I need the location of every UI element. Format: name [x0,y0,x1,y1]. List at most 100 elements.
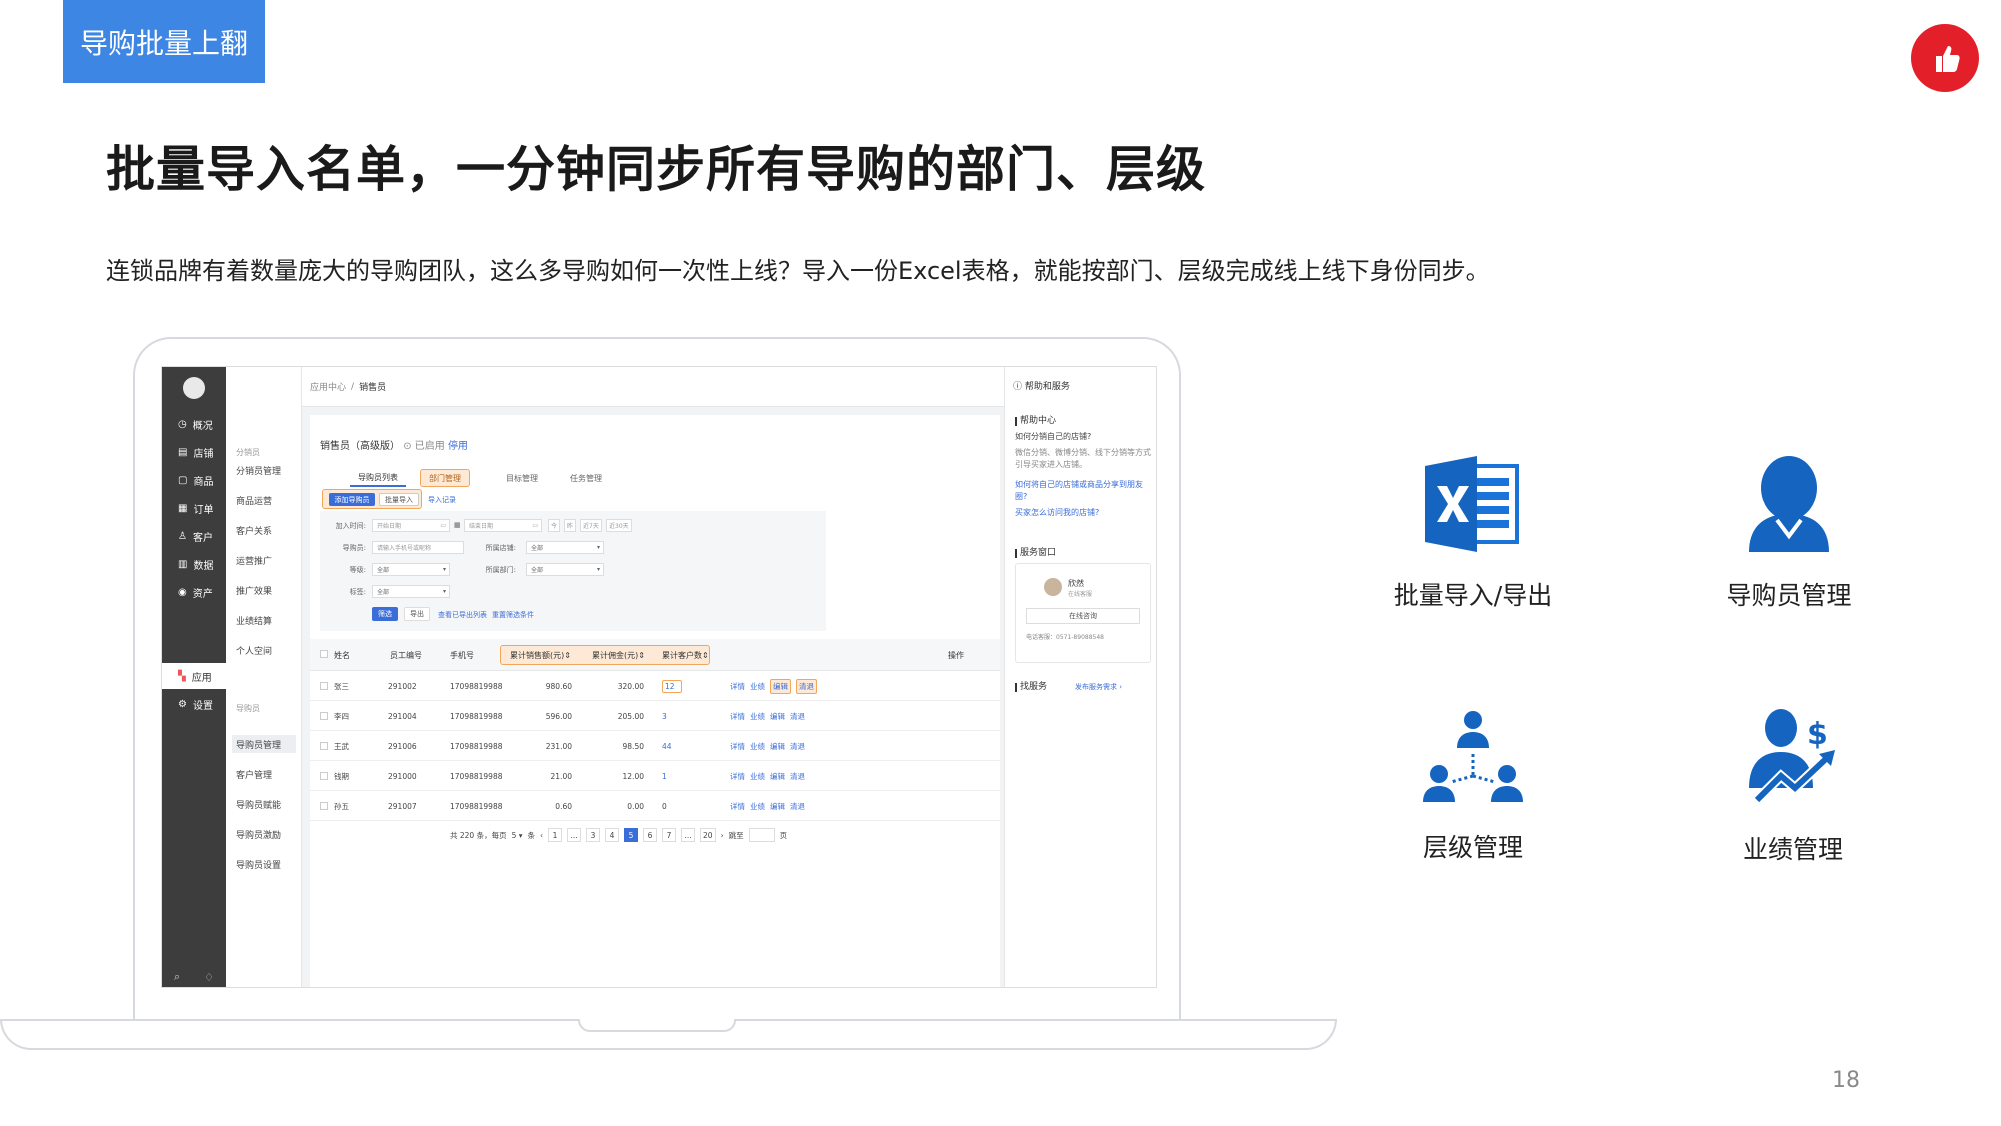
col-customers[interactable]: 累计客户数 ⇕ [662,639,709,671]
page-button[interactable]: 3 [586,828,601,842]
edit-link[interactable]: 编辑 [770,741,785,752]
subnav-item[interactable]: 推广效果 [232,581,296,599]
start-date-input[interactable]: 开始日期 ▭ [372,519,450,532]
consult-button[interactable]: 在线咨询 [1026,608,1140,624]
detail-link[interactable]: 详情 [730,681,745,692]
bell-icon[interactable]: ♢ [204,971,214,984]
subnav-item[interactable]: 导购员激励 [232,825,296,843]
row-checkbox[interactable] [320,682,328,690]
nav-data[interactable]: ▥ 数据 [162,551,226,577]
subnav-item[interactable]: 业绩结算 [232,611,296,629]
tag-select[interactable]: 全部 ▾ [372,585,450,598]
edit-link[interactable]: 编辑 [770,678,791,694]
guide-search-input[interactable]: 请输入手机号或昵称 [372,541,464,554]
page-button[interactable]: 1 [548,828,563,842]
subnav-item[interactable]: 运营推广 [232,551,296,569]
tab-department[interactable]: 部门管理 [420,469,470,487]
tab-guide-list[interactable]: 导购员列表 [350,469,406,487]
tab-task[interactable]: 任务管理 [562,469,610,487]
dismiss-link[interactable]: 清退 [790,801,805,812]
nav-settings[interactable]: ⚙ 设置 [162,691,226,717]
reset-filter-link[interactable]: 重置筛选条件 [492,610,534,620]
prev-page-icon[interactable]: ‹ [540,831,543,840]
detail-link[interactable]: 详情 [730,801,745,812]
subnav-item[interactable]: 导购员设置 [232,855,296,873]
col-total-sales[interactable]: 累计销售额(元) ⇕ [510,639,571,671]
feature-label: 层级管理 [1422,833,1523,862]
detail-link[interactable]: 详情 [730,771,745,782]
nav-asset[interactable]: ◉ 资产 [162,579,226,605]
subnav-item[interactable]: 客户关系 [232,521,296,539]
subnav-item[interactable]: 商品运营 [232,491,296,509]
performance-link[interactable]: 业绩 [750,741,765,752]
service-link[interactable]: 发布服务需求 › [1075,681,1155,693]
add-guide-button[interactable]: 添加导购员 [329,493,375,506]
quick-yesterday[interactable]: 昨 [564,519,576,532]
view-export-link[interactable]: 查看已导出列表 [438,610,487,620]
dismiss-link[interactable]: 清退 [790,711,805,722]
subnav-item[interactable]: 导购员赋能 [232,795,296,813]
dismiss-link[interactable]: 清退 [796,678,817,694]
nav-overview[interactable]: ◷ 概况 [162,411,226,437]
select-all-checkbox[interactable] [320,650,328,658]
subnav-item[interactable]: 个人空间 [232,641,296,659]
row-checkbox[interactable] [320,772,328,780]
page-button[interactable]: 4 [605,828,620,842]
performance-link[interactable]: 业绩 [750,771,765,782]
disable-link[interactable]: 停用 [448,441,468,452]
breadcrumb-root[interactable]: 应用中心 [310,380,346,393]
detail-link[interactable]: 详情 [730,741,745,752]
help-link[interactable]: 买家怎么访问我的店铺? [1015,507,1151,519]
search-icon[interactable]: ⌕ [174,970,180,984]
cell-customers[interactable]: 1 [662,761,667,791]
col-phone: 手机号 [450,650,474,660]
customers-link[interactable]: 12 [662,679,682,693]
end-date-input[interactable]: 结束日期 ▭ [464,519,542,532]
dismiss-link[interactable]: 清退 [790,741,805,752]
cell-customers[interactable]: 3 [662,701,667,731]
page-button-current[interactable]: 5 [624,828,639,842]
caret-down-icon: ▾ [518,830,523,840]
performance-link[interactable]: 业绩 [750,711,765,722]
quick-30days[interactable]: 近30天 [606,519,632,532]
cell-customers[interactable]: 44 [662,731,672,761]
col-commission[interactable]: 累计佣金(元) ⇕ [592,639,645,671]
performance-link[interactable]: 业绩 [750,801,765,812]
row-checkbox[interactable] [320,802,328,810]
goto-page-input[interactable] [748,828,775,842]
shop-avatar[interactable] [183,377,205,399]
filter-button[interactable]: 筛选 [372,607,398,621]
nav-customer[interactable]: ♙ 客户 [162,523,226,549]
nav-goods[interactable]: ▢ 商品 [162,467,226,493]
subnav-item[interactable]: 客户管理 [232,765,296,783]
level-select[interactable]: 全部 ▾ [372,563,450,576]
batch-import-button[interactable]: 批量导入 [379,493,419,506]
store-select[interactable]: 全部 ▾ [526,541,604,554]
help-link[interactable]: 如何将自己的店铺或商品分享到朋友圈? [1015,479,1151,503]
dept-select[interactable]: 全部 ▾ [526,563,604,576]
edit-link[interactable]: 编辑 [770,711,785,722]
subnav-item[interactable]: 分销员管理 [232,461,296,479]
nav-order[interactable]: ▦ 订单 [162,495,226,521]
next-page-icon[interactable]: › [721,831,724,840]
dismiss-link[interactable]: 清退 [790,771,805,782]
per-page-select[interactable]: 5 ▾ [512,831,523,840]
quick-today[interactable]: 今 [548,519,560,532]
edit-link[interactable]: 编辑 [770,771,785,782]
nav-apps[interactable]: ▚ 应用 [162,663,226,689]
page-button[interactable]: 6 [643,828,658,842]
performance-link[interactable]: 业绩 [750,681,765,692]
cell-customers[interactable]: 12 [662,671,682,701]
subnav-item-guide-manage[interactable]: 导购员管理 [232,735,296,753]
detail-link[interactable]: 详情 [730,711,745,722]
export-button[interactable]: 导出 [404,607,430,621]
row-checkbox[interactable] [320,742,328,750]
edit-link[interactable]: 编辑 [770,801,785,812]
nav-store[interactable]: ▤ 店铺 [162,439,226,465]
page-button[interactable]: 20 [700,828,716,842]
quick-7days[interactable]: 近7天 [580,519,602,532]
page-button[interactable]: 7 [662,828,677,842]
import-record-link[interactable]: 导入记录 [428,495,456,505]
tab-target[interactable]: 目标管理 [498,469,546,487]
row-checkbox[interactable] [320,712,328,720]
